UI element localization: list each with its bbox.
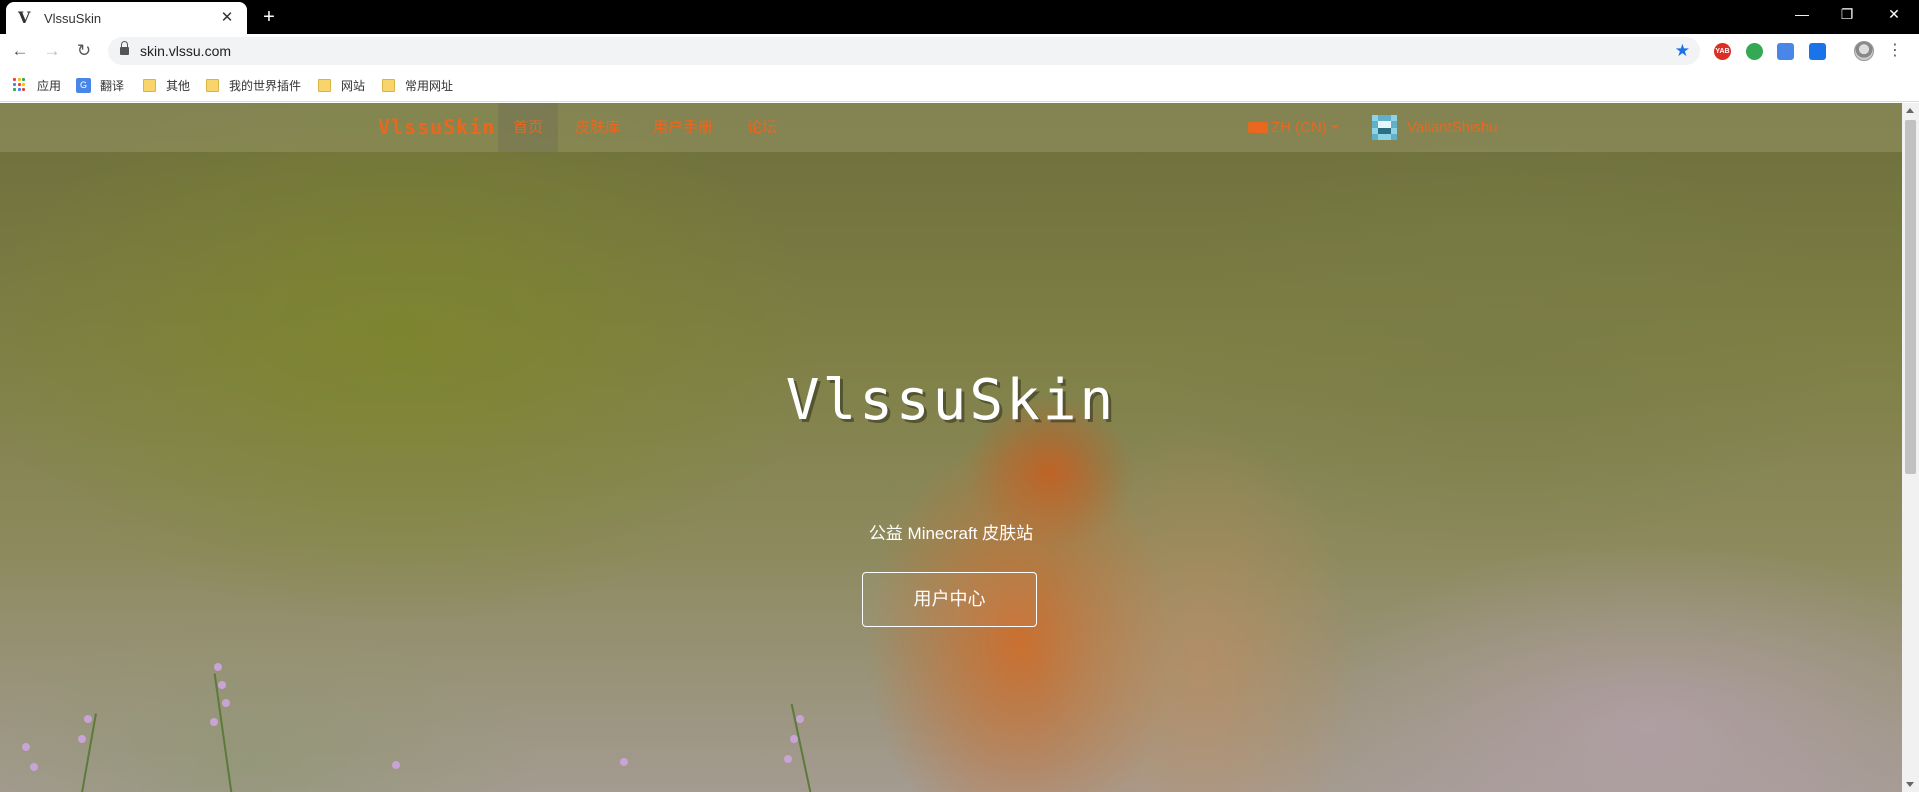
nav-forum[interactable]: 论坛 (732, 103, 792, 152)
chevron-down-icon (1330, 125, 1339, 129)
bookmark-label: 我的世界插件 (229, 78, 302, 93)
user-menu[interactable]: ValiantShishu (1372, 115, 1498, 140)
translate-icon: G (76, 77, 91, 93)
share-extension-icon[interactable] (1809, 43, 1826, 60)
nav-user-manual[interactable]: 用户手册 (638, 103, 728, 152)
scroll-down-arrow-icon[interactable] (1906, 782, 1914, 787)
language-selector[interactable]: ZH (CN) (1248, 103, 1339, 152)
bookmark-folder-sites[interactable]: 网站 (318, 68, 365, 102)
bookmark-folder-other[interactable]: 其他 (143, 68, 190, 102)
bookmark-label: 常用网址 (405, 78, 454, 93)
folder-icon (143, 78, 156, 92)
browser-tab[interactable]: V VlssuSkin ✕ (6, 2, 247, 34)
hero-background: VlssuSkin 首页 皮肤库 用户手册 论坛 ZH (CN) Valiant… (0, 103, 1902, 792)
scroll-up-arrow-icon[interactable] (1906, 108, 1914, 113)
language-label: ZH (CN) (1271, 119, 1327, 136)
scrollbar-thumb[interactable] (1905, 120, 1916, 474)
bookmark-translate[interactable]: G 翻译 (76, 68, 124, 102)
username: ValiantShishu (1407, 119, 1498, 136)
bookmark-label: 应用 (37, 78, 62, 93)
back-button[interactable]: ← (8, 39, 32, 63)
address-bar[interactable]: skin.vlssu.com ★ (108, 37, 1700, 65)
nav-skin-library[interactable]: 皮肤库 (560, 103, 635, 152)
bookmark-folder-plugins[interactable]: 我的世界插件 (206, 68, 301, 102)
folder-icon (382, 78, 395, 92)
hero-subtitle: 公益 Minecraft 皮肤站 (868, 524, 1034, 543)
browser-menu-icon[interactable]: ⋮ (1887, 39, 1903, 63)
page-scrollbar[interactable] (1902, 103, 1919, 792)
tab-close-icon[interactable]: ✕ (219, 10, 235, 26)
translate-extension-icon[interactable] (1777, 43, 1794, 60)
browser-title-bar: V VlssuSkin ✕ + — ❐ ✕ (0, 0, 1919, 34)
tab-title: VlssuSkin (44, 10, 102, 26)
bookmark-folder-common[interactable]: 常用网址 (382, 68, 453, 102)
profile-avatar[interactable] (1854, 41, 1874, 61)
bookmark-label: 其他 (166, 78, 191, 93)
forward-button[interactable]: → (40, 39, 64, 63)
bookmark-star-icon[interactable]: ★ (1675, 39, 1690, 63)
window-restore-button[interactable]: ❐ (1829, 0, 1865, 28)
reload-button[interactable]: ↻ (72, 39, 96, 63)
window-minimize-button[interactable]: — (1784, 0, 1820, 28)
bookmark-label: 网站 (341, 78, 366, 93)
url-text[interactable]: skin.vlssu.com (140, 37, 231, 65)
folder-icon (206, 78, 219, 92)
apps-grid-icon (13, 78, 27, 92)
hero-title: VlssuSkin (785, 368, 1117, 433)
bookmark-apps[interactable]: 应用 (13, 68, 61, 102)
site-favicon-icon: V (18, 8, 31, 27)
window-close-button[interactable]: ✕ (1876, 0, 1912, 28)
site-brand-logo[interactable]: VlssuSkin (378, 103, 495, 152)
lock-icon[interactable] (120, 41, 129, 56)
bookmark-label: 翻译 (100, 78, 125, 93)
user-avatar (1372, 115, 1397, 140)
user-center-button[interactable]: 用户中心 (862, 572, 1037, 627)
folder-icon (318, 78, 331, 92)
nav-home[interactable]: 首页 (498, 103, 559, 152)
site-navbar: VlssuSkin 首页 皮肤库 用户手册 论坛 ZH (CN) Valiant… (0, 103, 1902, 152)
browser-toolbar: ← → ↻ skin.vlssu.com ★ YAB ⋮ (0, 34, 1919, 68)
yabi-icon[interactable]: YAB (1714, 43, 1731, 60)
bookmarks-bar: 应用 G 翻译 其他 我的世界插件 网站 常用网址 (0, 68, 1919, 102)
language-icon (1248, 122, 1268, 133)
new-tab-button[interactable]: + (258, 6, 280, 28)
shield-extension-icon[interactable] (1746, 43, 1763, 60)
